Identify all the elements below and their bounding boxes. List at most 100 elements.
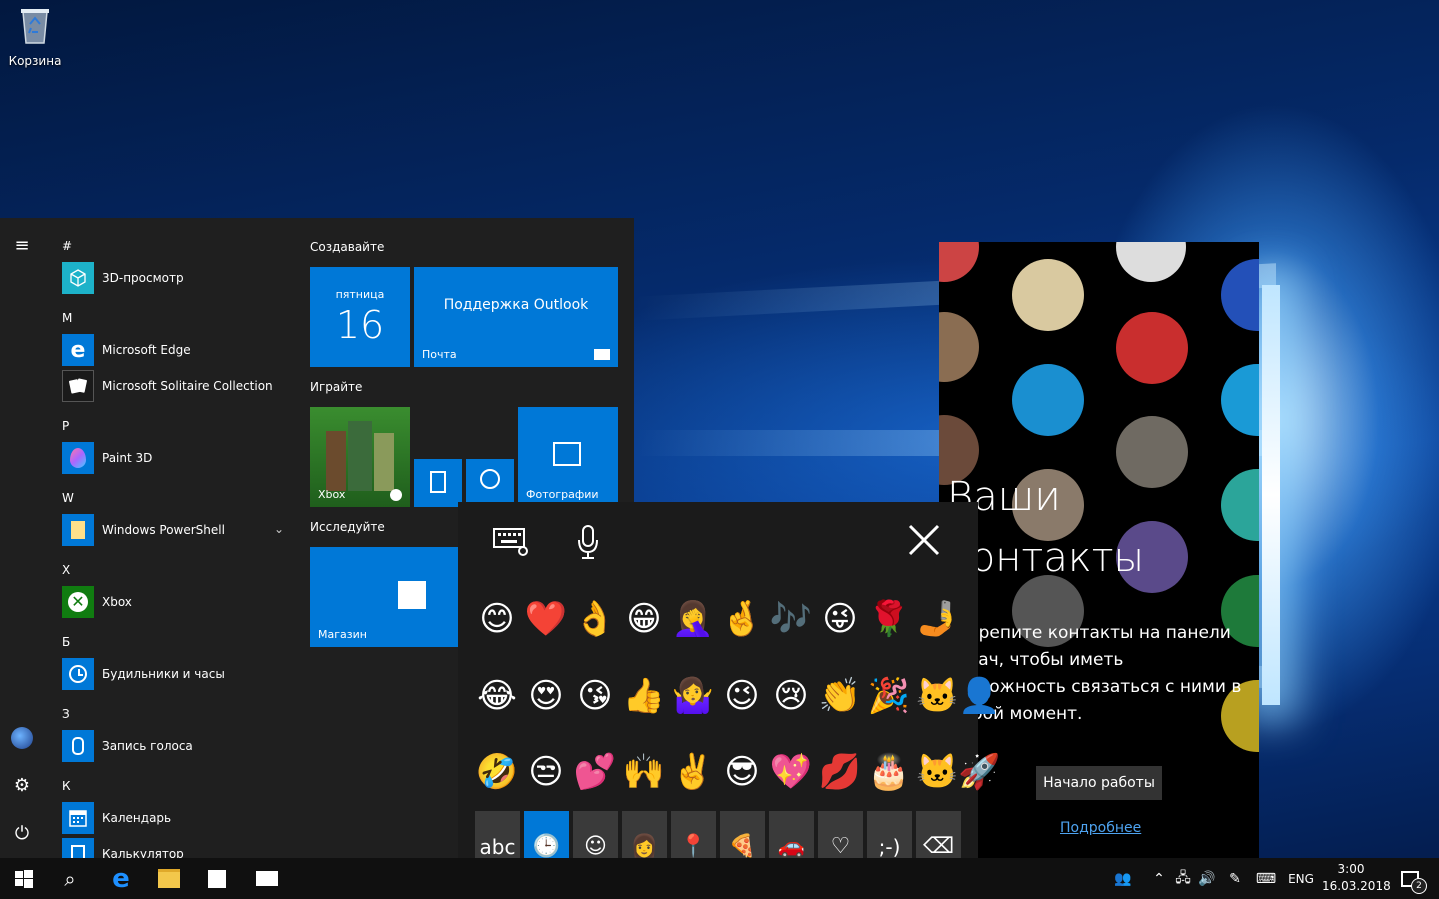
emoji[interactable]: 🐱‍👤 [916,674,1001,718]
app-solitaire[interactable]: Microsoft Solitaire Collection [62,370,292,404]
calendar-date: 16 [335,303,385,347]
emoji[interactable]: 😢 [769,674,813,718]
group-explore[interactable]: Исследуйте [310,520,385,534]
contact-avatar [1116,242,1186,282]
emoji[interactable]: 👍 [622,674,666,718]
emoji[interactable]: 🌹 [867,597,911,641]
emoji[interactable]: 🤞 [720,597,764,641]
emoji[interactable]: 🎶 [769,597,813,641]
emoji[interactable]: 😜 [818,597,862,641]
tile-store[interactable]: Магазин [310,547,458,647]
chevron-down-icon[interactable]: ⌄ [274,522,284,536]
letter-header[interactable]: # [62,239,72,253]
close-icon[interactable] [906,522,942,558]
group-create[interactable]: Создавайте [310,240,384,254]
letter-header[interactable]: X [62,563,70,577]
cube-icon [62,262,94,294]
emoji[interactable]: 😘 [573,674,617,718]
tile-mail[interactable]: Поддержка Outlook Почта [414,267,618,367]
edge-taskbar-icon[interactable]: e [97,858,145,899]
tile-camera[interactable] [466,459,514,507]
letter-header[interactable]: P [62,419,69,433]
edge-icon: e [62,334,94,366]
learn-more-link[interactable]: Подробнее [1060,820,1141,836]
emoji[interactable]: 🎉 [867,674,911,718]
user-avatar[interactable] [11,727,33,749]
recycle-bin-icon [20,6,50,44]
start-button[interactable]: Начало работы [1036,766,1162,800]
app-list: # 3D-просмотр M e Microsoft Edge Microso… [52,218,300,858]
app-microsoft-edge[interactable]: e Microsoft Edge [62,334,292,368]
app-calculator[interactable]: Калькулятор [62,838,292,858]
emoji[interactable]: 💖 [769,750,813,794]
letter-header[interactable]: W [62,491,74,505]
emoji[interactable]: 😁 [622,597,666,641]
emoji[interactable]: 😊 [475,597,519,641]
emoji[interactable]: 😉 [720,674,764,718]
emoji[interactable]: 👏 [818,674,862,718]
app-label: Калькулятор [102,847,184,858]
store-taskbar-icon[interactable] [193,858,241,899]
app-xbox[interactable]: ✕ Xbox [62,586,292,620]
app-3d-viewer[interactable]: 3D-просмотр [62,262,292,296]
keyboard-settings-icon[interactable] [492,526,530,558]
tile-photos[interactable]: Фотографии [518,407,618,507]
emoji[interactable]: 🤦‍♀️ [671,597,715,641]
mail-taskbar-icon[interactable] [243,858,291,899]
store-label: Магазин [318,628,367,641]
emoji[interactable]: 💕 [573,750,617,794]
notification-badge: 2 [1411,877,1427,894]
people-taskbar-icon[interactable]: 👥 [1100,858,1146,899]
emoji[interactable]: 😒 [524,750,568,794]
emoji[interactable]: 🐱‍🚀 [916,750,1001,794]
letter-header[interactable]: К [62,779,71,793]
letter-header[interactable]: Б [62,635,70,649]
recycle-bin[interactable]: Корзина [6,6,64,68]
tile-xbox[interactable]: Xbox [310,407,410,507]
emoji[interactable]: 😎 [720,750,764,794]
start-button-windows-icon[interactable] [0,858,48,899]
emoji[interactable]: 🎂 [867,750,911,794]
contact-avatar [1116,416,1188,488]
emoji[interactable]: ❤️ [524,597,568,641]
emoji[interactable]: 🤳 [916,597,960,641]
microphone-icon[interactable] [576,524,600,560]
emoji[interactable]: 🙌 [622,750,666,794]
emoji[interactable]: 🤷‍♀️ [671,674,715,718]
search-icon[interactable]: ⌕ [46,858,94,899]
app-alarms-clock[interactable]: Будильники и часы [62,658,292,692]
letter-header[interactable]: З [62,707,70,721]
touch-keyboard-icon[interactable]: ⌨ [1252,858,1280,899]
clock[interactable]: 3:00 16.03.2018 [1322,861,1391,895]
app-paint-3d[interactable]: Paint 3D [62,442,292,476]
folder-icon [62,514,94,546]
language-indicator[interactable]: ENG [1284,858,1318,899]
app-calendar[interactable]: Календарь [62,802,292,836]
emoji[interactable]: 😍 [524,674,568,718]
power-icon[interactable]: ⏻ [11,823,33,845]
hamburger-menu-icon[interactable]: ≡ [11,235,33,257]
contact-avatar [1221,469,1259,541]
emoji[interactable]: 👌 [573,597,617,641]
app-windows-powershell[interactable]: Windows PowerShell ⌄ [62,514,292,548]
emoji[interactable]: 💋 [818,750,862,794]
file-explorer-icon[interactable] [145,858,193,899]
time: 3:00 [1337,862,1365,876]
xbox-logo-icon [390,489,402,501]
emoji[interactable]: ✌️ [671,750,715,794]
network-icon[interactable]: 🖧 [1172,858,1194,899]
contact-avatar [1116,312,1188,384]
volume-icon[interactable]: 🔊 [1196,858,1218,899]
settings-gear-icon[interactable]: ⚙ [11,775,33,797]
app-voice-recorder[interactable]: Запись голоса [62,730,292,764]
emoji[interactable]: 🤣 [475,750,519,794]
letter-header[interactable]: M [62,311,72,325]
emoji[interactable]: 😂 [475,674,519,718]
tile-calendar[interactable]: пятница 16 [310,267,410,367]
pen-workspace-icon[interactable]: ✎ [1222,858,1248,899]
tile-calculator[interactable] [414,459,462,507]
contact-avatar [1012,364,1084,436]
action-center-icon[interactable]: 2 [1392,858,1428,899]
chevron-up-icon[interactable]: ⌃ [1150,858,1168,899]
group-play[interactable]: Играйте [310,380,362,394]
